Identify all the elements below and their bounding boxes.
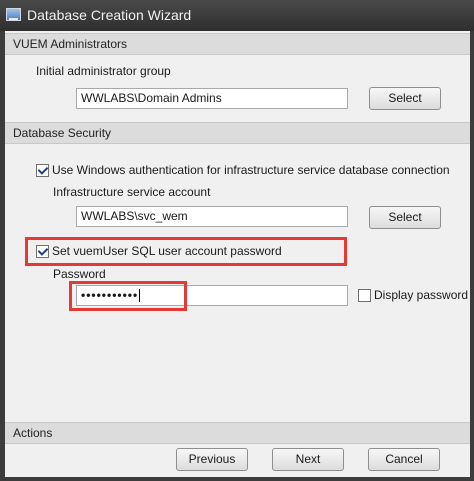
previous-button[interactable]: Previous	[176, 448, 248, 471]
window-icon	[6, 8, 21, 21]
section-title: Actions	[13, 426, 53, 440]
section-title: VUEM Administrators	[13, 37, 128, 51]
wizard-window: Database Creation Wizard VUEM Administra…	[0, 0, 474, 481]
display-password-label: Display password	[374, 288, 469, 302]
section-header-database-security: Database Security	[5, 122, 470, 144]
vuemuser-password-label: Set vuemUser SQL user account password	[52, 244, 282, 258]
window-title: Database Creation Wizard	[27, 7, 192, 23]
section-header-actions: Actions	[5, 422, 470, 444]
title-bar[interactable]: Database Creation Wizard	[0, 0, 474, 31]
password-highlight-box	[69, 281, 187, 311]
next-button[interactable]: Next	[272, 448, 344, 471]
service-account-input[interactable]: WWLABS\svc_wem	[76, 206, 348, 227]
vuemuser-password-checkbox[interactable]	[36, 245, 49, 258]
password-label: Password	[53, 267, 106, 281]
service-account-select-button[interactable]: Select	[369, 206, 441, 229]
section-title: Database Security	[13, 126, 112, 140]
windows-auth-checkbox[interactable]	[36, 164, 49, 177]
initial-admin-group-label: Initial administrator group	[36, 64, 171, 78]
display-password-checkbox[interactable]	[358, 289, 371, 302]
cancel-button[interactable]: Cancel	[368, 448, 440, 471]
admin-group-select-button[interactable]: Select	[369, 87, 441, 110]
windows-auth-label: Use Windows authentication for infrastru…	[52, 163, 450, 177]
section-header-vuem-administrators: VUEM Administrators	[5, 33, 470, 55]
admin-group-input[interactable]: WWLABS\Domain Admins	[76, 88, 348, 109]
wizard-client-area: VUEM Administrators Initial administrato…	[5, 31, 470, 477]
infrastructure-service-account-label: Infrastructure service account	[53, 185, 211, 199]
